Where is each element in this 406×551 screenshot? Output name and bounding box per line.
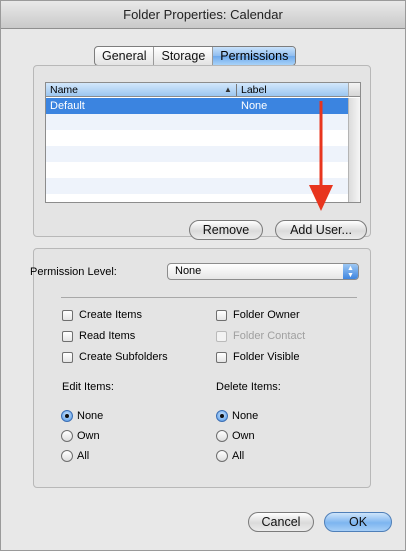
permission-level-label: Permission Level: bbox=[30, 266, 117, 278]
cell-name: Default bbox=[50, 100, 85, 112]
checkbox-label: Folder Contact bbox=[233, 330, 306, 342]
delete-items-all-radio[interactable]: All bbox=[216, 449, 244, 463]
column-divider[interactable] bbox=[236, 84, 237, 96]
edit-items-label: Edit Items: bbox=[62, 381, 114, 393]
checkbox-box bbox=[62, 309, 73, 321]
window-title: Folder Properties: Calendar bbox=[1, 1, 405, 29]
folder-properties-window: Folder Properties: Calendar General Stor… bbox=[0, 0, 406, 551]
tab-general[interactable]: General bbox=[95, 47, 155, 65]
radio-dot bbox=[61, 430, 73, 442]
folder-contact-checkbox: Folder Contact bbox=[216, 329, 305, 343]
edit-items-none-radio[interactable]: None bbox=[61, 409, 103, 423]
radio-dot bbox=[216, 430, 228, 442]
folder-owner-checkbox[interactable]: Folder Owner bbox=[216, 308, 300, 322]
checkbox-label: Read Items bbox=[79, 330, 136, 342]
folder-visible-checkbox[interactable]: Folder Visible bbox=[216, 350, 299, 364]
edit-items-own-radio[interactable]: Own bbox=[61, 429, 100, 443]
permission-level-value: None bbox=[175, 265, 202, 277]
column-header-name[interactable]: Name bbox=[50, 83, 234, 97]
add-user-button[interactable]: Add User... bbox=[275, 220, 367, 240]
remove-button[interactable]: Remove bbox=[189, 220, 263, 240]
edit-items-all-radio[interactable]: All bbox=[61, 449, 89, 463]
table-header: Name ▲ Label bbox=[46, 83, 348, 97]
checkbox-label: Create Subfolders bbox=[79, 351, 168, 363]
vertical-scrollbar[interactable] bbox=[348, 98, 360, 202]
checkbox-box bbox=[216, 330, 227, 342]
checkbox-label: Folder Visible bbox=[233, 351, 300, 363]
column-header-label[interactable]: Label bbox=[241, 83, 267, 97]
tab-bar: General Storage Permissions bbox=[94, 46, 297, 66]
radio-dot bbox=[61, 410, 73, 422]
radio-dot bbox=[61, 450, 73, 462]
radio-label: None bbox=[232, 410, 259, 422]
sort-ascending-icon: ▲ bbox=[224, 85, 232, 94]
cancel-button[interactable]: Cancel bbox=[248, 512, 314, 532]
create-subfolders-checkbox[interactable]: Create Subfolders bbox=[62, 350, 168, 364]
tab-storage[interactable]: Storage bbox=[154, 47, 214, 65]
checkbox-box bbox=[216, 309, 227, 321]
ok-button[interactable]: OK bbox=[324, 512, 392, 532]
tab-permissions[interactable]: Permissions bbox=[213, 47, 296, 65]
permission-level-select[interactable]: None ▲ ▼ bbox=[167, 263, 359, 280]
radio-dot bbox=[216, 410, 228, 422]
checkbox-label: Create Items bbox=[79, 309, 142, 321]
radio-label: None bbox=[77, 410, 104, 422]
checkbox-box bbox=[62, 351, 73, 363]
radio-label: All bbox=[232, 450, 245, 462]
radio-label: Own bbox=[77, 430, 100, 442]
delete-items-own-radio[interactable]: Own bbox=[216, 429, 255, 443]
up-down-arrows-icon: ▲ ▼ bbox=[343, 264, 358, 279]
create-items-checkbox[interactable]: Create Items bbox=[62, 308, 142, 322]
checkbox-box bbox=[216, 351, 227, 363]
red-arrow-annotation-icon bbox=[309, 101, 333, 211]
radio-label: All bbox=[77, 450, 90, 462]
radio-label: Own bbox=[232, 430, 255, 442]
table-header-corner bbox=[348, 83, 360, 97]
read-items-checkbox[interactable]: Read Items bbox=[62, 329, 135, 343]
delete-items-label: Delete Items: bbox=[216, 381, 281, 393]
checkbox-box bbox=[62, 330, 73, 342]
delete-items-none-radio[interactable]: None bbox=[216, 409, 258, 423]
radio-dot bbox=[216, 450, 228, 462]
checkbox-label: Folder Owner bbox=[233, 309, 300, 321]
divider bbox=[61, 297, 357, 298]
cell-label: None bbox=[241, 100, 268, 112]
